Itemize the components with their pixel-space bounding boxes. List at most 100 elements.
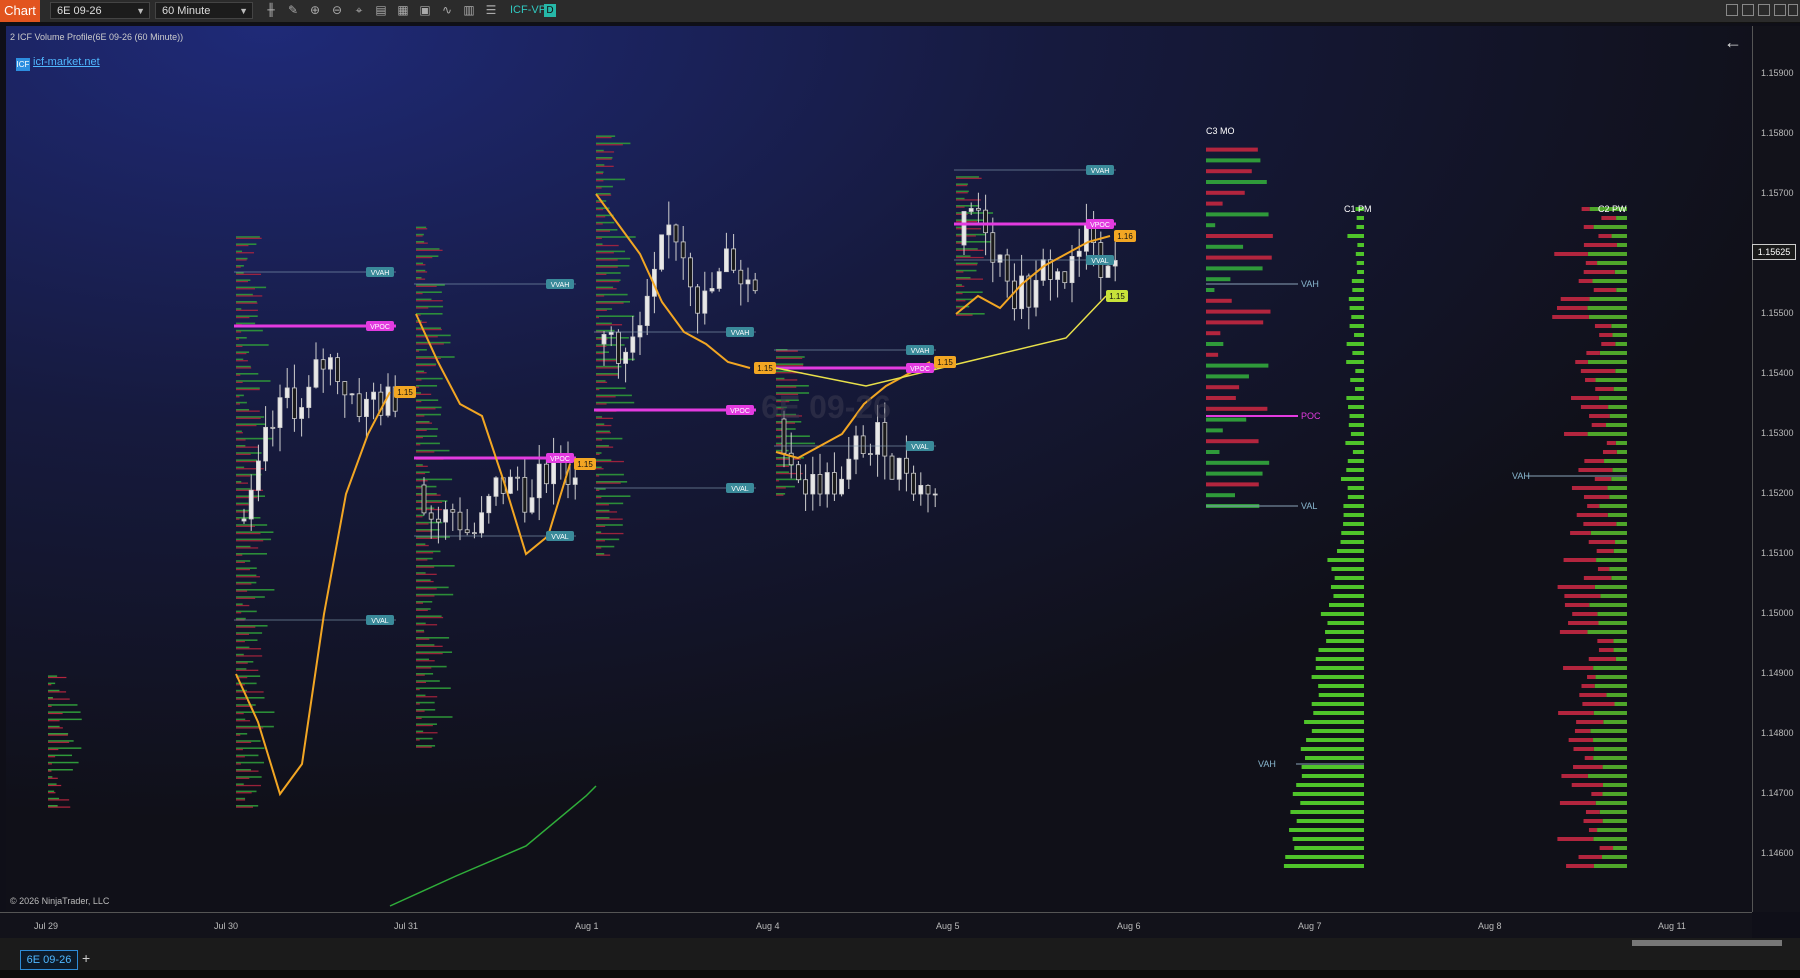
profile-bar-bid: [956, 197, 965, 200]
profile-bar-bid: [416, 550, 441, 553]
window-tile-icon[interactable]: [1726, 4, 1738, 16]
profile-bar-bid: [236, 639, 258, 641]
profile-bar-ask: [416, 292, 423, 295]
icf-vp-button[interactable]: ICF-VP: [510, 3, 546, 18]
level-tag-text: VVAH: [911, 348, 930, 355]
profile-bar-ask: [416, 588, 437, 590]
maximize-icon[interactable]: [1774, 4, 1786, 16]
minimize-icon[interactable]: [1758, 4, 1770, 16]
c2pw-profile-bar-red: [1602, 450, 1617, 454]
profile-bar-bid: [48, 740, 74, 742]
time-axis[interactable]: Jul 29 Jul 30 Jul 31 Aug 1 Aug 4 Aug 5 Aug 6 Au…: [0, 912, 1752, 939]
profile-bar-ask: [48, 691, 67, 693]
profile-bar-ask: [596, 266, 618, 268]
profile-bar-bid: [416, 392, 422, 394]
c3mo-val-label: VAL: [1301, 501, 1317, 511]
properties-icon[interactable]: ▤: [374, 3, 388, 18]
c1pm-profile-bar: [1313, 711, 1364, 715]
templates-icon[interactable]: ▣: [418, 3, 432, 18]
zoom-in-icon[interactable]: ⊕: [308, 3, 322, 18]
indicators-icon[interactable]: ∿: [440, 3, 454, 18]
scrollbar-thumb[interactable]: [1632, 940, 1782, 946]
c2pw-profile-bar-red: [1573, 747, 1594, 751]
c2pw-profile-bar-green: [1609, 567, 1627, 571]
profile-bar-bid: [48, 761, 79, 764]
c1pm-profile-bar: [1330, 585, 1364, 589]
candle-body: [544, 463, 549, 485]
c2pw-profile-bar-green: [1599, 504, 1627, 508]
profile-bar-ask: [236, 518, 240, 520]
drawing-tool-icon[interactable]: ✎: [286, 3, 300, 18]
profile-bar-ask: [236, 295, 263, 297]
tab-6e-09-26[interactable]: 6E 09-26: [20, 950, 78, 970]
profile-bar-ask: [596, 165, 614, 167]
c1pm-profile-bar: [1357, 243, 1364, 247]
profile-bar-bid: [416, 701, 435, 704]
c2pw-profile-bar-green: [1598, 396, 1627, 400]
instrument-selector[interactable]: 6E 09-26 ▼: [50, 2, 150, 19]
close-icon[interactable]: [1788, 4, 1798, 16]
profile-bar-ask: [416, 444, 421, 446]
profile-bar-ask: [596, 511, 618, 513]
profile-bar-bid: [956, 248, 978, 250]
profile-bar-bid: [416, 529, 440, 531]
instrument-value: 6E 09-26: [57, 5, 102, 17]
profile-bar-bid: [416, 241, 425, 243]
profile-bar-bid: [596, 272, 621, 274]
horizontal-scrollbar[interactable]: [0, 938, 1800, 948]
bar-type-icon[interactable]: ╫: [264, 3, 278, 18]
profile-bar-ask: [596, 280, 620, 283]
candle-body: [263, 426, 269, 462]
chevron-down-icon: ▼: [239, 6, 248, 16]
c2pw-profile-bar-green: [1609, 414, 1627, 418]
c3mo-profile-bar: [1206, 266, 1263, 271]
time-tick-label: Aug 5: [936, 921, 960, 931]
zoom-out-icon[interactable]: ⊖: [330, 3, 344, 18]
data-box-icon[interactable]: ▦: [396, 3, 410, 18]
profile-bar-ask: [416, 544, 429, 547]
add-tab-button[interactable]: +: [82, 950, 90, 966]
profile-bar-ask: [48, 784, 62, 787]
chart-plot-area[interactable]: C3 MO VAH POC VAL C1 PM VAH C2 PW VAH VVAH VPOC V…: [6, 26, 1752, 912]
profile-bar-ask: [416, 494, 441, 496]
profile-bar-ask: [416, 321, 427, 323]
profile-bar-ask: [48, 770, 52, 772]
profile-bar-bid: [236, 574, 257, 577]
back-arrow-icon[interactable]: ←: [1724, 32, 1742, 53]
time-tick-label: Aug 1: [575, 921, 599, 931]
price-axis[interactable]: 1.159001.158001.157001.156001.155001.154…: [1752, 26, 1800, 912]
candle-body: [572, 477, 578, 485]
crosshair-icon[interactable]: ⌖: [352, 3, 366, 18]
profile-bar-bid: [416, 716, 453, 718]
profile-bar-bid: [236, 805, 259, 807]
profile-bar-bid: [416, 586, 449, 589]
profile-bar-ask: [236, 403, 240, 405]
profile-bar-ask: [236, 288, 255, 290]
c2pw-profile-bar-red: [1558, 711, 1594, 715]
c3mo-profile-bar: [1206, 428, 1223, 433]
chart-menu-button[interactable]: Chart: [0, 0, 40, 22]
c1pm-profile-bar: [1349, 414, 1364, 418]
c2pw-profile-bar-red: [1587, 675, 1596, 679]
profile-bar-bid: [236, 308, 242, 310]
c1pm-profile-bar: [1356, 261, 1364, 265]
icf-vp-badge[interactable]: D: [544, 4, 556, 17]
profile-bar-ask: [596, 252, 614, 254]
c2pw-profile-bar-red: [1570, 531, 1591, 535]
candle-body: [616, 331, 621, 364]
c3mo-profile-bar: [1206, 190, 1245, 195]
list-icon[interactable]: ☰: [484, 3, 498, 18]
c1pm-profile-bar: [1327, 621, 1364, 625]
interval-selector[interactable]: 60 Minute ▼: [155, 2, 253, 19]
profile-bar-bid: [48, 805, 58, 807]
profile-bar-ask: [596, 554, 611, 556]
profile-bar-ask: [236, 266, 241, 268]
strategies-icon[interactable]: ▥: [462, 3, 476, 18]
profile-bar-ask: [236, 547, 259, 549]
profile-bar-bid: [416, 313, 443, 315]
profile-bar-bid: [416, 385, 438, 387]
candle-body: [860, 435, 866, 454]
window-restore-icon[interactable]: [1742, 4, 1754, 16]
profile-bar-bid: [236, 632, 263, 634]
icf-logo-link[interactable]: ICF icf-market.net: [16, 56, 100, 71]
